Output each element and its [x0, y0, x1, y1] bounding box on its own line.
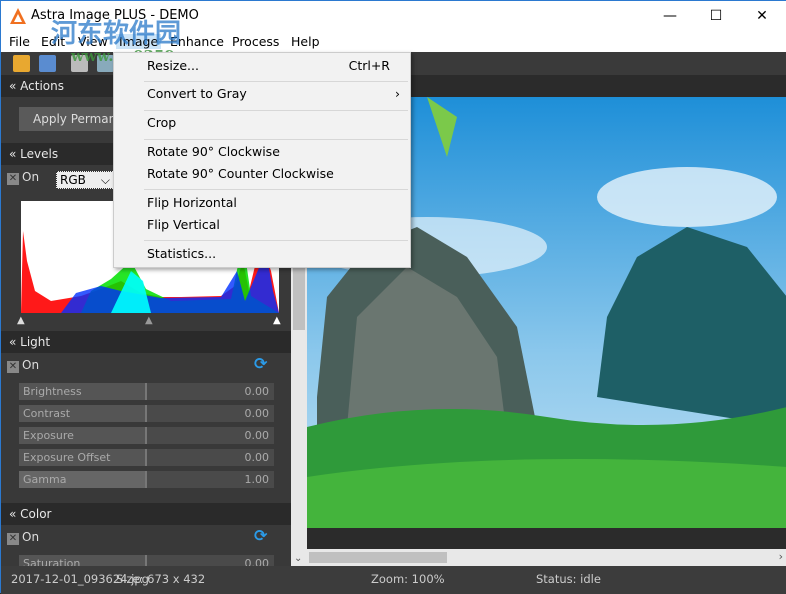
horizontal-scrollbar[interactable]: › [307, 549, 786, 566]
exposure-slider[interactable]: Exposure 0.00 [19, 427, 274, 444]
menu-item-convert-to-gray[interactable]: Convert to Gray › [114, 83, 410, 105]
open-icon[interactable] [13, 55, 30, 72]
status-state: Status: idle [536, 572, 601, 586]
color-header[interactable]: « Color [1, 503, 291, 525]
gamma-handle[interactable]: ▲ [145, 315, 153, 326]
menu-item-rotate-cw[interactable]: Rotate 90° Clockwise [114, 141, 410, 163]
exposure-offset-slider[interactable]: Exposure Offset 0.00 [19, 449, 274, 466]
gamma-slider[interactable]: Gamma 1.00 [19, 471, 274, 488]
saturation-slider[interactable]: Saturation 0.00 [19, 555, 274, 566]
scroll-right-icon[interactable]: › [779, 550, 783, 563]
h-scroll-thumb[interactable] [309, 552, 447, 563]
black-point-handle[interactable]: ▲ [17, 315, 25, 326]
reset-color-icon[interactable]: ⟳ [254, 526, 267, 545]
app-logo-icon [10, 8, 26, 24]
status-size: Size: 673 x 432 [116, 572, 206, 586]
white-point-handle[interactable]: ▲ [273, 315, 281, 326]
reset-light-icon[interactable]: ⟳ [254, 354, 267, 373]
menu-item-flip-vertical[interactable]: Flip Vertical [114, 214, 410, 236]
status-bar: 2017-12-01_093624.jpg Size: 673 x 432 Zo… [1, 566, 786, 594]
status-zoom: Zoom: 100% [371, 572, 445, 586]
menu-item-crop[interactable]: Crop [114, 112, 410, 134]
close-button[interactable]: ✕ [739, 1, 785, 31]
color-on-toggle[interactable]: ✕ On [7, 530, 39, 545]
contrast-slider[interactable]: Contrast 0.00 [19, 405, 274, 422]
menu-item-resize[interactable]: Resize... Ctrl+R [114, 55, 410, 77]
menu-file[interactable]: File [9, 34, 30, 49]
submenu-arrow-icon: › [395, 86, 400, 101]
save-icon[interactable] [39, 55, 56, 72]
menu-help[interactable]: Help [291, 34, 320, 49]
maximize-button[interactable]: ☐ [693, 1, 739, 31]
watermark-text: 河东软件园 [51, 19, 182, 49]
image-menu-dropdown: Resize... Ctrl+R Convert to Gray › Crop Ro… [113, 52, 411, 268]
light-header[interactable]: « Light [1, 331, 291, 353]
channel-select[interactable]: RGB ⌵ [56, 171, 114, 189]
menu-item-rotate-ccw[interactable]: Rotate 90° Counter Clockwise [114, 163, 410, 185]
brightness-slider[interactable]: Brightness 0.00 [19, 383, 274, 400]
scroll-down-icon[interactable]: ⌄ [294, 553, 302, 564]
minimize-button[interactable]: — [647, 1, 693, 31]
light-on-toggle[interactable]: ✕ On [7, 358, 39, 373]
levels-on-toggle[interactable]: ✕ On [7, 170, 39, 185]
menu-item-statistics[interactable]: Statistics... [114, 243, 410, 265]
menu-item-flip-horizontal[interactable]: Flip Horizontal [114, 192, 410, 214]
menu-process[interactable]: Process [232, 34, 279, 49]
